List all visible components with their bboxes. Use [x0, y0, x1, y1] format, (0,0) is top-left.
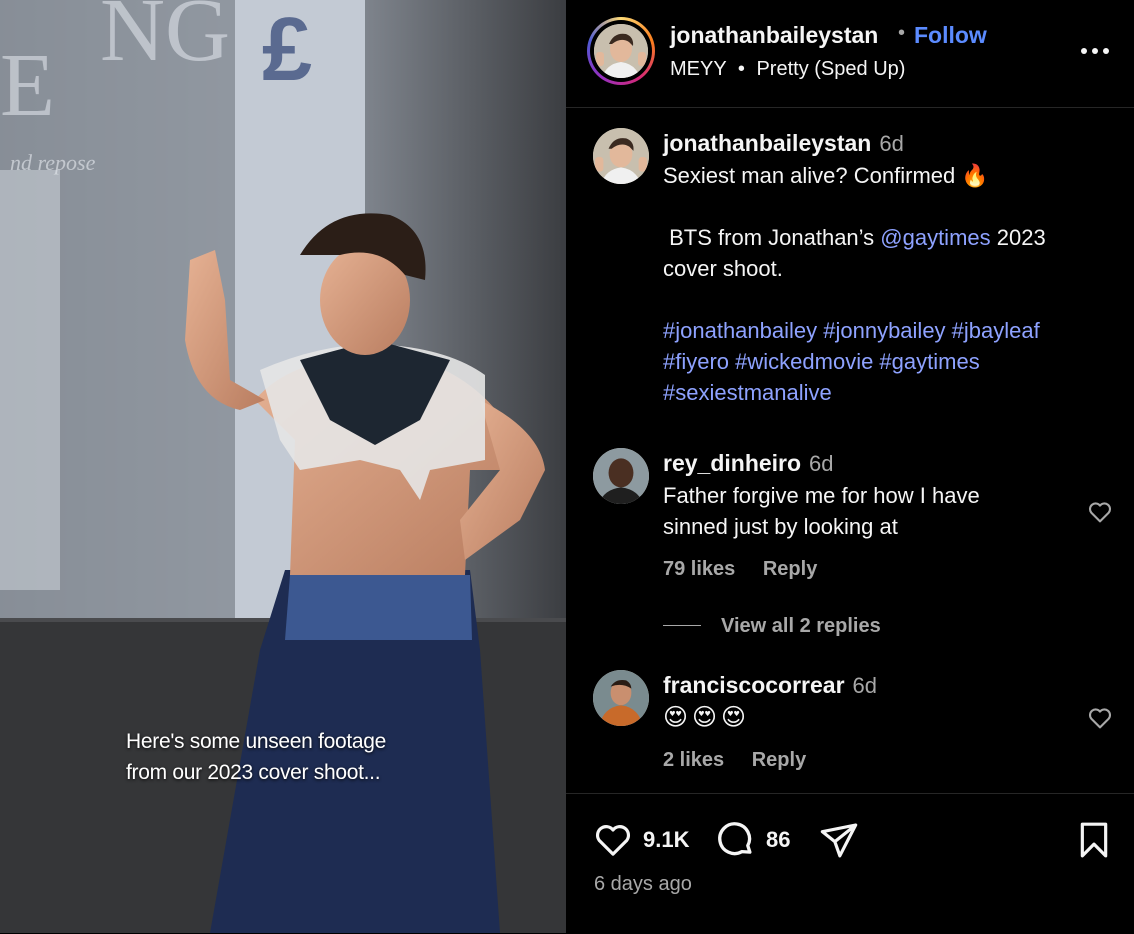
comment-meta: franciscocorrear 6d [663, 672, 877, 699]
comment-like-heart-icon[interactable] [1086, 704, 1114, 732]
comment-likes[interactable]: 79 likes [663, 558, 735, 580]
audio-track: Pretty (Sped Up) [756, 58, 906, 80]
video-frame: NG E nd repose £ [0, 0, 566, 933]
more-options-icon[interactable] [1079, 36, 1111, 66]
caption-line: Sexiest man alive? Confirmed 🔥 [663, 163, 989, 188]
commenter-avatar[interactable] [593, 448, 649, 504]
heart-icon[interactable] [592, 820, 634, 860]
commenter-avatar[interactable] [593, 670, 649, 726]
hashtags-line[interactable]: #sexiestmanalive [663, 377, 1113, 408]
comment-like-heart-icon[interactable] [1086, 498, 1114, 526]
comment-line: Father forgive me for how I have [663, 483, 980, 508]
caption-line: cover shoot. [663, 256, 783, 281]
caption-meta: jonathanbaileystan 6d [663, 130, 904, 157]
reply-button[interactable]: Reply [763, 558, 817, 580]
comment-time: 6d [809, 451, 834, 476]
post-video[interactable]: NG E nd repose £ Here's some unseen foot… [0, 0, 566, 933]
avatar-image [594, 24, 648, 78]
post-timestamp: 6 days ago [594, 873, 692, 895]
caption-username[interactable]: jonathanbaileystan [663, 130, 871, 156]
comment-line: sinned just by looking at [663, 514, 898, 539]
comment-likes[interactable]: 2 likes [663, 749, 724, 771]
comment-username[interactable]: rey_dinheiro [663, 450, 801, 476]
reply-button[interactable]: Reply [752, 749, 806, 771]
author-avatar[interactable] [594, 24, 648, 78]
svg-text:£: £ [262, 0, 312, 100]
hashtags-line[interactable]: #jonathanbailey #jonnybailey #jbayleaf [663, 315, 1113, 346]
view-replies-button[interactable]: View all 2 replies [721, 615, 881, 638]
post-actions: 9.1K 86 6 days ago [566, 793, 1134, 934]
paper-plane-icon[interactable] [818, 820, 860, 860]
replies-divider [663, 625, 701, 626]
post-panel: jonathanbaileystan • Follow MEYY • Prett… [566, 0, 1134, 933]
comment-time: 6d [852, 673, 878, 698]
caption-line-1: Here's some unseen footage [126, 730, 387, 753]
comments-count[interactable]: 86 [766, 827, 790, 853]
comment-bubble-icon[interactable] [714, 818, 756, 860]
comment-meta: rey_dinheiro 6d [663, 450, 834, 477]
audio-artist: MEYY [670, 58, 727, 80]
svg-text:E: E [0, 36, 55, 135]
comment-text: Father forgive me for how I have sinned … [663, 480, 1063, 542]
svg-text:nd repose: nd repose [10, 150, 96, 175]
audio-info[interactable]: MEYY • Pretty (Sped Up) [670, 58, 905, 81]
comment-text: 😍😍😍 [663, 704, 751, 731]
likes-count[interactable]: 9.1K [643, 827, 689, 853]
avatar-image [593, 670, 649, 726]
caption-author-avatar[interactable] [593, 128, 649, 184]
header-separator: • [898, 22, 906, 44]
caption-line: BTS from Jonathan’s @gaytimes 2023 [669, 225, 1046, 250]
audio-separator: • [737, 58, 745, 80]
comment-actions: 2 likes Reply [663, 749, 806, 772]
header-username[interactable]: jonathanbaileystan [670, 22, 878, 49]
caption-text: Sexiest man alive? Confirmed 🔥 BTS from … [663, 160, 1113, 408]
svg-text:NG: NG [100, 0, 230, 80]
avatar-image [593, 448, 649, 504]
caption-time: 6d [879, 131, 904, 156]
post-header: jonathanbaileystan • Follow MEYY • Prett… [566, 0, 1134, 108]
video-caption: Here's some unseen footage from our 2023… [126, 726, 456, 788]
comment-username[interactable]: franciscocorrear [663, 672, 845, 698]
bookmark-icon[interactable] [1074, 819, 1114, 861]
comment-actions: 79 likes Reply [663, 558, 817, 581]
avatar-image [593, 128, 649, 184]
mention-link[interactable]: @gaytimes [880, 225, 990, 250]
caption-line-2: from our 2023 cover shoot... [126, 761, 381, 784]
follow-button[interactable]: Follow [914, 22, 987, 49]
story-ring[interactable] [587, 17, 655, 85]
hashtags-line[interactable]: #fiyero #wickedmovie #gaytimes [663, 346, 1113, 377]
